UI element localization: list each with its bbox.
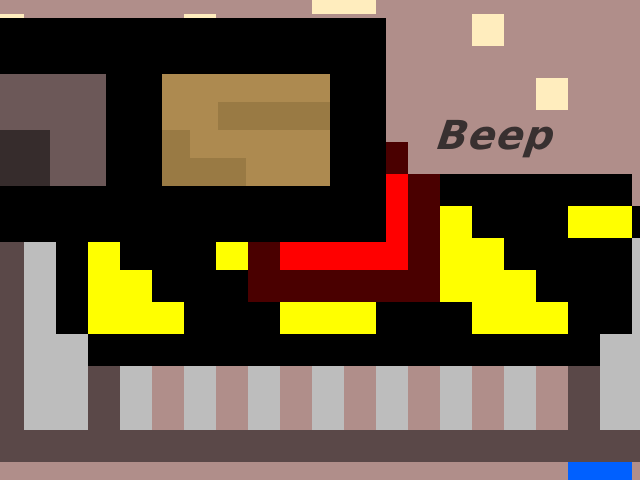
yellow-part — [472, 302, 568, 334]
yellow-part — [440, 206, 472, 302]
crate-stripe — [190, 158, 246, 186]
blue-tile — [568, 462, 632, 480]
floor — [0, 462, 640, 480]
support-column — [600, 334, 640, 430]
floor-stripe-dark — [88, 366, 120, 430]
dark-red-pipe — [386, 142, 408, 174]
yellow-part — [504, 270, 536, 302]
floor-stripe — [504, 366, 536, 430]
floor-stripe — [280, 366, 312, 430]
machine-body — [632, 206, 640, 238]
star-tile — [536, 78, 568, 110]
shadow-panel — [0, 130, 50, 186]
star-tile — [312, 0, 376, 14]
support-column — [24, 242, 56, 430]
floor-stripe — [440, 366, 472, 430]
floor-stripe-dark — [568, 366, 600, 430]
yellow-part — [472, 238, 504, 302]
red-pipe — [280, 242, 408, 270]
yellow-part — [120, 270, 152, 334]
floor-stripe — [248, 366, 280, 430]
floor-stripe — [152, 366, 184, 430]
yellow-part — [568, 206, 632, 238]
yellow-part — [88, 242, 120, 334]
left-wall — [0, 242, 24, 430]
floor-stripe — [376, 366, 408, 430]
yellow-part — [280, 302, 376, 334]
dark-red-pipe — [248, 242, 280, 270]
floor-stripe — [408, 366, 440, 430]
floor-stripe — [536, 366, 568, 430]
support-column — [632, 238, 640, 334]
floor-stripe — [184, 366, 216, 430]
floor-stripe — [216, 366, 248, 430]
floor-stripe — [472, 366, 504, 430]
game-scene: Beep — [0, 0, 640, 480]
dark-red-pipe — [248, 270, 440, 302]
floor-stripe — [312, 366, 344, 430]
star-tile — [472, 14, 504, 46]
crate-stripe — [218, 102, 330, 130]
bottom-ledge — [0, 430, 640, 462]
speech-label: Beep — [434, 113, 559, 159]
floor-stripe — [344, 366, 376, 430]
crate-stripe — [162, 130, 190, 186]
yellow-part — [216, 242, 248, 270]
floor-stripe — [120, 366, 152, 430]
yellow-part — [152, 302, 184, 334]
support-column — [56, 334, 88, 430]
